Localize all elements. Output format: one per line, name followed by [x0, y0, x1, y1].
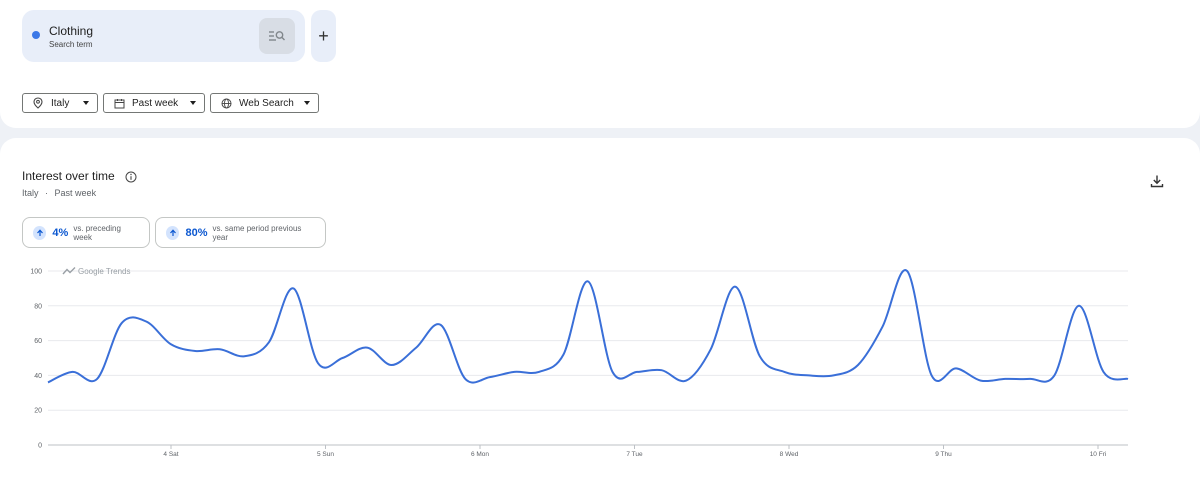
y-tick-label: 20 — [34, 408, 42, 415]
chart-watermark: Google Trends — [78, 267, 130, 276]
x-tick-label: 6 Mon — [471, 451, 489, 458]
y-tick-label: 0 — [38, 443, 42, 450]
interest-line-chart: 0 20 40 60 80 100 Google Trends 4 Sat 5 Sun 6 M… — [30, 267, 1129, 458]
x-tick-label: 9 Thu — [935, 451, 952, 458]
x-tick-label: 4 Sat — [163, 451, 178, 458]
y-tick-label: 100 — [30, 269, 42, 276]
y-tick-label: 80 — [34, 303, 42, 310]
x-tick-label: 8 Wed — [780, 451, 799, 458]
series-line[interactable] — [47, 269, 1129, 384]
x-tick-label: 7 Tue — [626, 451, 643, 458]
x-tick-label: 5 Sun — [317, 451, 334, 458]
y-tick-label: 60 — [34, 338, 42, 345]
x-tick-label: 10 Fri — [1090, 451, 1107, 458]
y-tick-label: 40 — [34, 373, 42, 380]
